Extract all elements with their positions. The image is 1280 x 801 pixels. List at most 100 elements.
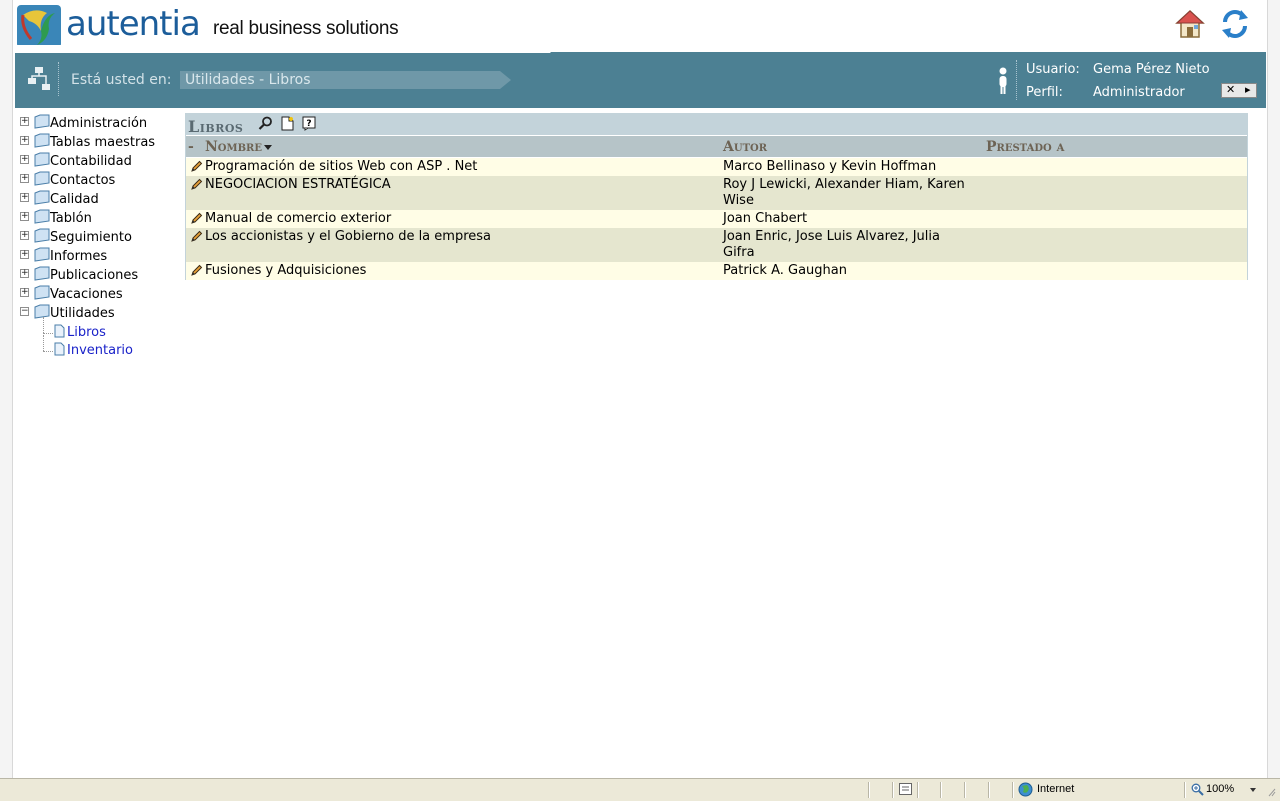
tree-child-label[interactable]: Inventario: [67, 343, 133, 358]
autor-line-2: Wise: [723, 193, 754, 208]
tree-item-label: Seguimiento: [50, 230, 132, 245]
tree-item-vacaciones[interactable]: + Vacaciones: [20, 285, 180, 304]
tree-item-publicaciones[interactable]: + Publicaciones: [20, 266, 180, 285]
tagline: real business solutions: [213, 18, 399, 39]
nombre-column-header[interactable]: Nombre: [205, 139, 272, 155]
collapse-icon[interactable]: −: [20, 307, 29, 316]
status-divider: [892, 782, 894, 798]
breadcrumb-tip: [500, 71, 511, 89]
tree-item-contabilidad[interactable]: + Contabilidad: [20, 152, 180, 171]
tree-item-label: Administración: [50, 116, 148, 131]
status-divider: [917, 782, 919, 798]
nombre-cell: Manual de comercio exterior: [205, 211, 392, 226]
help-icon[interactable]: ?: [302, 116, 317, 131]
expand-icon[interactable]: +: [20, 250, 29, 259]
navigation-tree: + Administración + Tablas maestras + Con…: [20, 114, 180, 359]
tree-item-label: Contactos: [50, 173, 116, 188]
edit-pencil-icon[interactable]: [190, 230, 203, 243]
document-icon: [54, 342, 65, 356]
table-row[interactable]: Programación de sitios Web con ASP . Net…: [186, 158, 1247, 176]
tree-item-contactos[interactable]: + Contactos: [20, 171, 180, 190]
autor-line-1: Roy J Lewicki, Alexander Hiam, Karen: [723, 177, 965, 192]
arrow-right-icon: ▸: [1245, 83, 1251, 96]
tree-item-administracion[interactable]: + Administración: [20, 114, 180, 133]
svg-text:?: ?: [306, 119, 311, 129]
breadcrumb-path: Utilidades - Libros: [180, 71, 500, 89]
tree-item-label: Tablas maestras: [50, 135, 156, 150]
tree-item-seguimiento[interactable]: + Seguimiento: [20, 228, 180, 247]
select-column-header[interactable]: -: [188, 139, 194, 155]
search-icon[interactable]: [258, 116, 273, 131]
nombre-cell: Programación de sitios Web con ASP . Net: [205, 159, 478, 174]
logout-button[interactable]: ✕ ▸: [1221, 83, 1257, 98]
edit-pencil-icon[interactable]: [190, 264, 203, 277]
tree-connector: [43, 351, 53, 352]
expand-icon[interactable]: +: [20, 269, 29, 278]
breadcrumb-divider: [58, 62, 60, 96]
edit-pencil-icon[interactable]: [190, 212, 203, 225]
expand-icon[interactable]: +: [20, 155, 29, 164]
bar-notch-slope: [543, 45, 551, 53]
edit-pencil-icon[interactable]: [190, 160, 203, 173]
autor-line-1: Patrick A. Gaughan: [723, 263, 847, 278]
table-row[interactable]: Manual de comercio exterior Joan Chabert: [186, 210, 1247, 228]
expand-icon[interactable]: +: [20, 288, 29, 297]
autor-cell: Roy J Lewicki, Alexander Hiam, Karen Wise: [723, 177, 965, 209]
autor-line-1: Marco Bellinaso y Kevin Hoffman: [723, 159, 937, 174]
nombre-header-label: Nombre: [205, 139, 262, 155]
tree-item-informes[interactable]: + Informes: [20, 247, 180, 266]
usuario-label: Usuario:: [1026, 62, 1080, 77]
tree-item-calidad[interactable]: + Calidad: [20, 190, 180, 209]
table-header: - Nombre Autor Prestado a: [186, 136, 1247, 157]
close-icon: ✕: [1226, 83, 1236, 96]
home-icon[interactable]: [1174, 8, 1206, 40]
logo-emblem: [17, 5, 61, 48]
refresh-icon[interactable]: [1219, 8, 1251, 40]
window-right-edge: [1267, 0, 1280, 778]
autor-column-header[interactable]: Autor: [723, 139, 767, 155]
prestado-column-header[interactable]: Prestado a: [986, 139, 1064, 155]
expand-icon[interactable]: +: [20, 117, 29, 126]
zoom-level[interactable]: 100%: [1206, 783, 1234, 795]
status-divider: [868, 782, 870, 798]
status-divider: [988, 782, 990, 798]
status-divider: [964, 782, 966, 798]
zoom-icon[interactable]: [1191, 783, 1204, 796]
table-row[interactable]: Los accionistas y el Gobierno de la empr…: [186, 228, 1247, 262]
expand-icon[interactable]: +: [20, 212, 29, 221]
nombre-cell: Fusiones y Adquisiciones: [205, 263, 367, 278]
new-document-icon[interactable]: [280, 116, 295, 131]
tree-connector: [43, 333, 53, 334]
tree-child-inventario[interactable]: Inventario: [20, 335, 180, 359]
expand-icon[interactable]: +: [20, 231, 29, 240]
folder-icon: [34, 285, 50, 300]
folder-icon: [34, 228, 50, 243]
breadcrumb-label: Está usted en:: [71, 72, 172, 88]
folder-icon: [34, 190, 50, 205]
tree-item-tablon[interactable]: + Tablón: [20, 209, 180, 228]
autor-cell: Joan Chabert: [723, 211, 807, 227]
document-icon: [54, 324, 65, 338]
tree-child-label[interactable]: Libros: [67, 325, 106, 340]
tree-item-label: Vacaciones: [50, 287, 123, 302]
edit-pencil-icon[interactable]: [190, 178, 203, 191]
expand-icon[interactable]: +: [20, 193, 29, 202]
autor-line-1: Joan Chabert: [723, 211, 808, 226]
sitemap-icon[interactable]: [27, 66, 51, 92]
tree-item-utilidades[interactable]: − Utilidades: [20, 304, 180, 323]
zoom-dropdown-icon[interactable]: [1250, 788, 1256, 792]
nombre-cell: Los accionistas y el Gobierno de la empr…: [205, 229, 491, 244]
expand-icon[interactable]: +: [20, 174, 29, 183]
expand-icon[interactable]: +: [20, 136, 29, 145]
tree-item-label: Tablón: [50, 211, 92, 226]
table-row[interactable]: NEGOCIACION ESTRATÉGICA Roy J Lewicki, A…: [186, 176, 1247, 210]
tree-item-label: Publicaciones: [50, 268, 139, 283]
table-row[interactable]: Fusiones y Adquisiciones Patrick A. Gaug…: [186, 262, 1247, 280]
tree-item-tablas-maestras[interactable]: + Tablas maestras: [20, 133, 180, 152]
panel-title-bar: Libros ?: [186, 114, 1247, 136]
tree-child-libros[interactable]: Libros: [20, 317, 180, 341]
panel-title: Libros: [188, 117, 244, 136]
status-divider: [1184, 782, 1186, 798]
resize-grip-icon[interactable]: [1266, 785, 1276, 797]
folder-icon: [34, 114, 50, 129]
